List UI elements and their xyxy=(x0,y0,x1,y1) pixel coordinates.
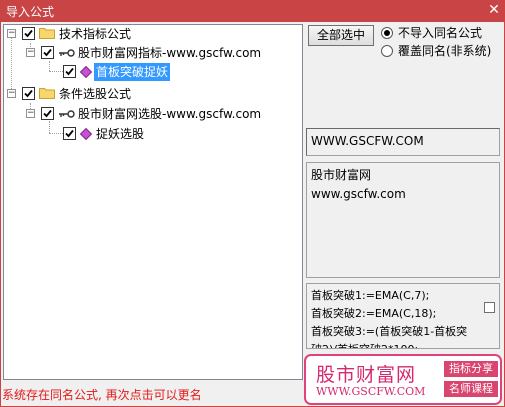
formula-tree[interactable]: − 技术指标公式 − 股市财富网指标-www.gscfw.com 首板突破捉妖 … xyxy=(3,24,303,380)
checkbox-checked[interactable] xyxy=(63,127,76,140)
tree-node-screening[interactable]: − 条件选股公式 xyxy=(4,85,300,103)
tree-node-label: 条件选股公式 xyxy=(59,87,132,101)
tree-node-indicator-group[interactable]: − 股市财富网指标-www.gscfw.com xyxy=(4,44,300,62)
tree-node-label: 股市财富网选股-www.gscfw.com xyxy=(78,107,262,121)
tree-node-formula-breakout[interactable]: 首板突破捉妖 xyxy=(4,63,300,81)
site-logo: 股市财富网 WWW.GSCFW.COM 指标分享 名师课程 xyxy=(304,354,502,405)
tree-node-tech-indicators[interactable]: − 技术指标公式 xyxy=(4,25,300,43)
collapse-icon[interactable]: − xyxy=(7,89,16,98)
logo-tag-course: 名师课程 xyxy=(444,381,498,397)
collapse-icon[interactable]: − xyxy=(26,48,35,57)
folder-icon xyxy=(39,28,55,39)
collapse-icon[interactable]: − xyxy=(26,109,35,118)
formula-description: 股市财富网 www.gscfw.com xyxy=(306,162,500,278)
formula-gem-icon xyxy=(80,128,92,140)
code-line: 首板突破3:=(首板突破1-首板突 xyxy=(311,325,468,338)
code-line: 破2)/首板突破2*100; xyxy=(311,341,495,348)
preview-checkbox[interactable] xyxy=(484,302,495,313)
logo-name: 股市财富网 xyxy=(316,364,417,386)
checkbox-checked[interactable] xyxy=(22,87,35,100)
tree-node-formula-catch[interactable]: 捉妖选股 xyxy=(4,125,300,143)
url-field: WWW.GSCFW.COM xyxy=(306,128,500,156)
radio-no-import-label[interactable]: 不导入同名公式 xyxy=(398,26,482,40)
folder-icon xyxy=(39,88,55,99)
tree-node-label-selected: 首板突破捉妖 xyxy=(94,63,171,81)
formula-code-preview: 首板突破1:=EMA(C,7); 首板突破2:=EMA(C,18); 首板突破3… xyxy=(306,283,500,349)
checkbox-checked[interactable] xyxy=(63,65,76,78)
radio-no-import[interactable] xyxy=(381,27,393,39)
tree-node-screening-group[interactable]: − 股市财富网选股-www.gscfw.com xyxy=(4,105,300,123)
tree-node-label: 捉妖选股 xyxy=(96,127,145,141)
window-title: 导入公式 xyxy=(6,5,55,19)
code-line: 首板突破2:=EMA(C,18); xyxy=(311,307,437,320)
logo-tag-indicator: 指标分享 xyxy=(444,361,498,377)
select-all-button[interactable]: 全部选中 xyxy=(308,25,374,46)
title-bar: 导入公式 ✕ xyxy=(0,0,505,22)
radio-overwrite[interactable] xyxy=(381,45,393,57)
tree-node-label: 股市财富网指标-www.gscfw.com xyxy=(78,46,262,60)
radio-overwrite-label[interactable]: 覆盖同名(非系统) xyxy=(398,44,491,58)
close-icon[interactable]: ✕ xyxy=(486,2,502,18)
logo-url: WWW.GSCFW.COM xyxy=(316,385,426,398)
checkbox-checked[interactable] xyxy=(22,27,35,40)
collapse-icon[interactable]: − xyxy=(7,29,16,38)
checkbox-checked[interactable] xyxy=(41,107,54,120)
key-icon xyxy=(59,110,75,118)
description-line: www.gscfw.com xyxy=(311,187,406,201)
checkbox-checked[interactable] xyxy=(41,46,54,59)
code-line: 首板突破1:=EMA(C,7); xyxy=(311,289,430,302)
status-message: 系统存在同名公式, 再次点击可以更名 xyxy=(2,388,202,402)
key-icon xyxy=(59,49,75,57)
description-line: 股市财富网 xyxy=(311,168,372,182)
tree-node-label: 技术指标公式 xyxy=(59,27,132,41)
formula-gem-icon xyxy=(80,66,92,78)
